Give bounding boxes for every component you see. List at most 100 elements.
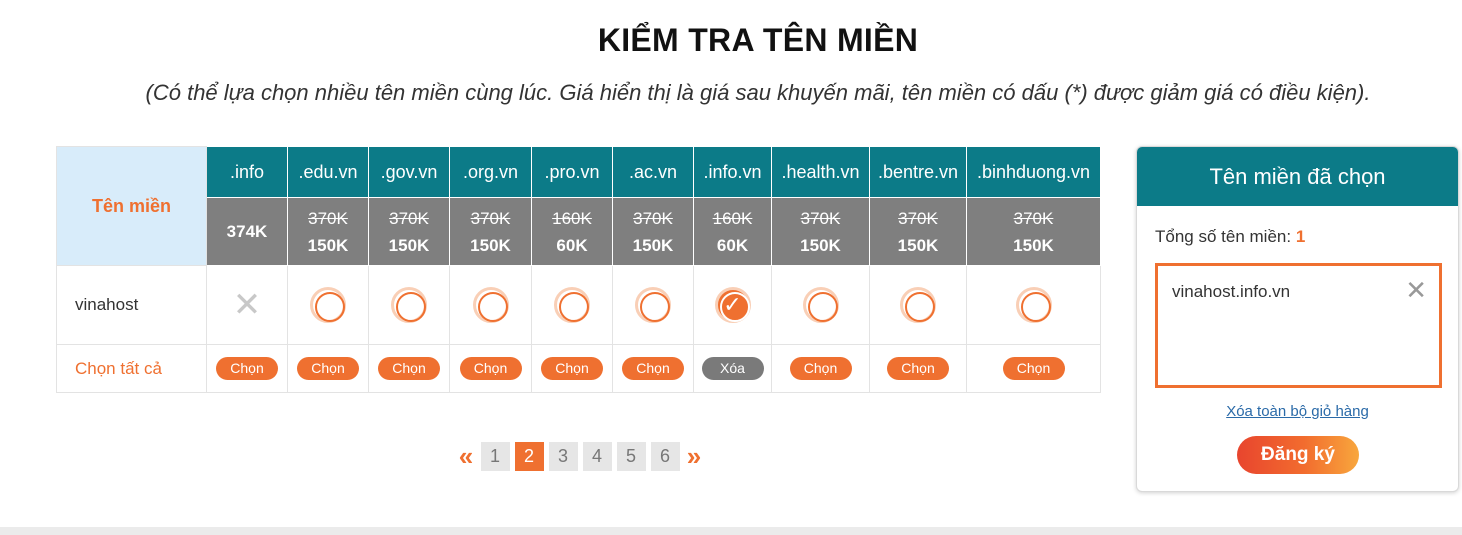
select-button[interactable]: Chọn bbox=[216, 357, 278, 380]
old-price: 160K bbox=[712, 208, 753, 228]
price-cell: 374K bbox=[206, 197, 288, 266]
current-price: 374K bbox=[226, 222, 268, 241]
price-cell: 160K 60K bbox=[531, 197, 613, 266]
select-button[interactable]: Chọn bbox=[789, 357, 852, 380]
clear-cart-link[interactable]: Xóa toàn bộ giỏ hàng bbox=[1137, 403, 1458, 420]
page-button[interactable]: 4 bbox=[582, 442, 612, 471]
domain-row: vinahost ✕ ✓ bbox=[56, 265, 1101, 345]
extension-header-row: Tên miền .info .edu.vn .gov.vn .org.vn .pro.… bbox=[56, 146, 1101, 266]
page-button[interactable]: 2 bbox=[514, 442, 544, 471]
page-list: 123456 bbox=[478, 442, 682, 471]
price-cell: 370K 150K bbox=[869, 197, 967, 266]
select-button[interactable]: Chọn bbox=[1002, 357, 1065, 380]
availability-cell bbox=[869, 265, 967, 345]
availability-cell bbox=[531, 265, 613, 345]
cart-count: Tổng số tên miền: 1 bbox=[1155, 227, 1305, 247]
radio-icon[interactable] bbox=[635, 287, 671, 323]
price-cell: 370K 150K bbox=[368, 197, 450, 266]
availability-cell bbox=[287, 265, 369, 345]
select-button[interactable]: Chọn bbox=[378, 357, 440, 380]
radio-icon[interactable] bbox=[900, 287, 936, 323]
page-button[interactable]: 1 bbox=[480, 442, 510, 471]
extension-header: .gov.vn bbox=[368, 146, 450, 198]
action-cell: Chọn bbox=[206, 344, 288, 393]
page-button[interactable]: 5 bbox=[616, 442, 646, 471]
action-cell: Chọn bbox=[287, 344, 369, 393]
old-price: 370K bbox=[898, 208, 938, 228]
availability-cell: ✓ bbox=[693, 265, 772, 345]
radio-icon[interactable] bbox=[802, 287, 839, 323]
availability-cell bbox=[368, 265, 450, 345]
action-cell: Chọn bbox=[612, 344, 694, 393]
chosen-domain-item: vinahost.info.vn bbox=[1172, 282, 1291, 301]
action-cell: Chọn bbox=[771, 344, 870, 393]
domain-column-header: Tên miền bbox=[56, 146, 207, 266]
current-price: 150K bbox=[307, 235, 349, 255]
extension-header: .edu.vn bbox=[287, 146, 369, 198]
current-price: 150K bbox=[1013, 235, 1054, 255]
radio-icon[interactable] bbox=[310, 287, 346, 323]
checked-radio-icon[interactable]: ✓ bbox=[714, 287, 751, 323]
current-price: 60K bbox=[556, 235, 588, 255]
price-cell: 370K 150K bbox=[287, 197, 369, 266]
action-cell: Chọn bbox=[368, 344, 450, 393]
extension-header: .info.vn bbox=[693, 146, 772, 198]
action-cell: Chọn bbox=[869, 344, 967, 393]
select-button[interactable]: Chọn bbox=[622, 357, 684, 380]
old-price: 160K bbox=[552, 208, 592, 228]
availability-cell: ✕ bbox=[206, 265, 288, 345]
remove-button[interactable]: Xóa bbox=[701, 357, 764, 380]
unavailable-icon: ✕ bbox=[232, 285, 262, 325]
extension-header: .info bbox=[206, 146, 288, 198]
extension-header: .org.vn bbox=[449, 146, 532, 198]
select-button[interactable]: Chọn bbox=[459, 357, 522, 380]
current-price: 150K bbox=[632, 235, 674, 255]
availability-cell bbox=[612, 265, 694, 345]
availability-cell bbox=[449, 265, 532, 345]
next-page-button[interactable]: » bbox=[682, 441, 706, 472]
price-cell: 370K 150K bbox=[771, 197, 870, 266]
extension-header: .binhduong.vn bbox=[966, 146, 1101, 198]
old-price: 370K bbox=[1013, 208, 1054, 228]
page-title: KIỂM TRA TÊN MIỀN bbox=[597, 22, 919, 58]
radio-icon[interactable] bbox=[472, 287, 509, 323]
select-button[interactable]: Chọn bbox=[297, 357, 359, 380]
domain-name-cell: vinahost bbox=[56, 265, 207, 345]
close-icon[interactable]: ✕ bbox=[1405, 278, 1427, 304]
cart-count-value: 1 bbox=[1295, 227, 1306, 246]
cart-panel: Tên miền đã chọn Tổng số tên miền: 1 vin… bbox=[1136, 146, 1459, 492]
cart-count-label: Tổng số tên miền: bbox=[1155, 227, 1292, 246]
extension-header: .ac.vn bbox=[612, 146, 694, 198]
price-cell: 370K 150K bbox=[966, 197, 1101, 266]
current-price: 150K bbox=[897, 235, 939, 255]
current-price: 150K bbox=[800, 235, 841, 255]
action-cell: Chọn bbox=[966, 344, 1101, 393]
select-button[interactable]: Chọn bbox=[541, 357, 603, 380]
price-cell: 370K 150K bbox=[449, 197, 532, 266]
select-all-link[interactable]: Chọn tất cả bbox=[56, 344, 207, 393]
action-cell: Chọn bbox=[449, 344, 532, 393]
select-button[interactable]: Chọn bbox=[887, 357, 949, 380]
extension-header: .pro.vn bbox=[531, 146, 613, 198]
action-cell: Chọn bbox=[531, 344, 613, 393]
extension-header: .bentre.vn bbox=[869, 146, 967, 198]
radio-icon[interactable] bbox=[1015, 287, 1052, 323]
register-button[interactable]: Đăng ký bbox=[1237, 436, 1359, 474]
old-price: 370K bbox=[308, 208, 348, 228]
page-button[interactable]: 6 bbox=[650, 442, 680, 471]
old-price: 370K bbox=[389, 208, 429, 228]
price-cell: 370K 150K bbox=[612, 197, 694, 266]
extension-header: .health.vn bbox=[771, 146, 870, 198]
chosen-domains-box: vinahost.info.vn ✕ bbox=[1155, 263, 1442, 388]
old-price: 370K bbox=[800, 208, 841, 228]
availability-cell bbox=[966, 265, 1101, 345]
domain-table: Tên miền .info .edu.vn .gov.vn .org.vn .pro.… bbox=[56, 146, 1101, 393]
page-button[interactable]: 3 bbox=[548, 442, 578, 471]
action-cell: Xóa bbox=[693, 344, 772, 393]
prev-page-button[interactable]: « bbox=[454, 441, 478, 472]
radio-icon[interactable] bbox=[554, 287, 590, 323]
radio-icon[interactable] bbox=[391, 287, 427, 323]
cart-title: Tên miền đã chọn bbox=[1137, 147, 1458, 206]
current-price: 150K bbox=[470, 235, 511, 255]
price-row: 374K 370K 150K 370K 150K 370K 150K 160K 60K 370K 1… bbox=[57, 197, 1101, 266]
